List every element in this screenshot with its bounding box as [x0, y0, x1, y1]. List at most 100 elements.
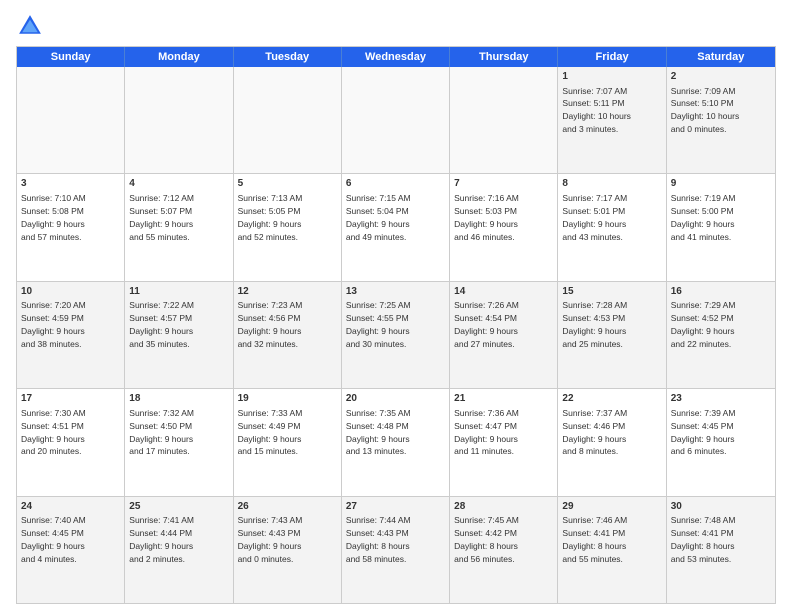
day-number: 11 [129, 285, 228, 299]
header-day-wednesday: Wednesday [342, 47, 450, 67]
day-cell-11: 11Sunrise: 7:22 AMSunset: 4:57 PMDayligh… [125, 282, 233, 388]
empty-cell [125, 67, 233, 173]
day-number: 30 [671, 500, 771, 514]
day-info: Sunrise: 7:37 AMSunset: 4:46 PMDaylight:… [562, 408, 627, 457]
day-number: 22 [562, 392, 661, 406]
day-cell-12: 12Sunrise: 7:23 AMSunset: 4:56 PMDayligh… [234, 282, 342, 388]
day-cell-21: 21 Sunrise: 7:36 AMSunset: 4:47 PMDayligh… [450, 389, 558, 495]
day-cell-15: 15Sunrise: 7:28 AMSunset: 4:53 PMDayligh… [558, 282, 666, 388]
day-cell-18: 18 Sunrise: 7:32 AMSunset: 4:50 PMDayligh… [125, 389, 233, 495]
day-cell-2: 2 Sunrise: 7:09 AMSunset: 5:10 PMDaylight… [667, 67, 775, 173]
empty-cell [450, 67, 558, 173]
day-info: Sunrise: 7:17 AMSunset: 5:01 PMDaylight:… [562, 193, 627, 242]
day-info: Sunrise: 7:25 AMSunset: 4:55 PMDaylight:… [346, 300, 411, 349]
day-info: Sunrise: 7:35 AMSunset: 4:48 PMDaylight:… [346, 408, 411, 457]
day-cell-9: 9 Sunrise: 7:19 AMSunset: 5:00 PMDaylight… [667, 174, 775, 280]
day-cell-19: 19 Sunrise: 7:33 AMSunset: 4:49 PMDayligh… [234, 389, 342, 495]
day-info: Sunrise: 7:39 AMSunset: 4:45 PMDaylight:… [671, 408, 736, 457]
day-number: 5 [238, 177, 337, 191]
day-cell-24: 24Sunrise: 7:40 AMSunset: 4:45 PMDayligh… [17, 497, 125, 603]
day-cell-8: 8 Sunrise: 7:17 AMSunset: 5:01 PMDaylight… [558, 174, 666, 280]
header-day-thursday: Thursday [450, 47, 558, 67]
day-info: Sunrise: 7:41 AMSunset: 4:44 PMDaylight:… [129, 515, 194, 564]
day-info: Sunrise: 7:07 AMSunset: 5:11 PMDaylight:… [562, 86, 631, 135]
calendar-row: 10Sunrise: 7:20 AMSunset: 4:59 PMDayligh… [17, 281, 775, 388]
day-info: Sunrise: 7:26 AMSunset: 4:54 PMDaylight:… [454, 300, 519, 349]
day-info: Sunrise: 7:23 AMSunset: 4:56 PMDaylight:… [238, 300, 303, 349]
day-number: 29 [562, 500, 661, 514]
day-info: Sunrise: 7:40 AMSunset: 4:45 PMDaylight:… [21, 515, 86, 564]
logo-icon [16, 12, 44, 40]
day-cell-14: 14Sunrise: 7:26 AMSunset: 4:54 PMDayligh… [450, 282, 558, 388]
day-info: Sunrise: 7:28 AMSunset: 4:53 PMDaylight:… [562, 300, 627, 349]
header [16, 12, 776, 40]
day-number: 3 [21, 177, 120, 191]
empty-cell [17, 67, 125, 173]
calendar-row: 1Sunrise: 7:07 AMSunset: 5:11 PMDaylight… [17, 67, 775, 173]
calendar-row: 24Sunrise: 7:40 AMSunset: 4:45 PMDayligh… [17, 496, 775, 603]
day-cell-5: 5 Sunrise: 7:13 AMSunset: 5:05 PMDaylight… [234, 174, 342, 280]
day-info: Sunrise: 7:30 AMSunset: 4:51 PMDaylight:… [21, 408, 86, 457]
day-number: 9 [671, 177, 771, 191]
day-number: 2 [671, 70, 771, 84]
day-cell-6: 6 Sunrise: 7:15 AMSunset: 5:04 PMDaylight… [342, 174, 450, 280]
day-cell-29: 29Sunrise: 7:46 AMSunset: 4:41 PMDayligh… [558, 497, 666, 603]
day-number: 6 [346, 177, 445, 191]
calendar-body: 1Sunrise: 7:07 AMSunset: 5:11 PMDaylight… [17, 67, 775, 603]
day-info: Sunrise: 7:15 AMSunset: 5:04 PMDaylight:… [346, 193, 411, 242]
day-number: 4 [129, 177, 228, 191]
day-number: 15 [562, 285, 661, 299]
day-cell-27: 27Sunrise: 7:44 AMSunset: 4:43 PMDayligh… [342, 497, 450, 603]
day-info: Sunrise: 7:09 AMSunset: 5:10 PMDaylight:… [671, 86, 740, 135]
logo [16, 12, 48, 40]
day-cell-26: 26Sunrise: 7:43 AMSunset: 4:43 PMDayligh… [234, 497, 342, 603]
day-info: Sunrise: 7:44 AMSunset: 4:43 PMDaylight:… [346, 515, 411, 564]
day-cell-16: 16Sunrise: 7:29 AMSunset: 4:52 PMDayligh… [667, 282, 775, 388]
header-day-friday: Friday [558, 47, 666, 67]
day-number: 20 [346, 392, 445, 406]
day-number: 25 [129, 500, 228, 514]
day-cell-3: 3 Sunrise: 7:10 AMSunset: 5:08 PMDaylight… [17, 174, 125, 280]
day-info: Sunrise: 7:12 AMSunset: 5:07 PMDaylight:… [129, 193, 194, 242]
day-number: 10 [21, 285, 120, 299]
day-info: Sunrise: 7:46 AMSunset: 4:41 PMDaylight:… [562, 515, 627, 564]
day-number: 19 [238, 392, 337, 406]
day-number: 24 [21, 500, 120, 514]
page: SundayMondayTuesdayWednesdayThursdayFrid… [0, 0, 792, 612]
day-cell-4: 4 Sunrise: 7:12 AMSunset: 5:07 PMDaylight… [125, 174, 233, 280]
calendar-header: SundayMondayTuesdayWednesdayThursdayFrid… [17, 47, 775, 67]
day-info: Sunrise: 7:10 AMSunset: 5:08 PMDaylight:… [21, 193, 86, 242]
day-number: 8 [562, 177, 661, 191]
day-number: 26 [238, 500, 337, 514]
day-number: 28 [454, 500, 553, 514]
day-info: Sunrise: 7:20 AMSunset: 4:59 PMDaylight:… [21, 300, 86, 349]
day-number: 23 [671, 392, 771, 406]
day-info: Sunrise: 7:19 AMSunset: 5:00 PMDaylight:… [671, 193, 736, 242]
day-cell-10: 10Sunrise: 7:20 AMSunset: 4:59 PMDayligh… [17, 282, 125, 388]
day-info: Sunrise: 7:33 AMSunset: 4:49 PMDaylight:… [238, 408, 303, 457]
day-number: 27 [346, 500, 445, 514]
day-number: 12 [238, 285, 337, 299]
day-number: 7 [454, 177, 553, 191]
empty-cell [342, 67, 450, 173]
day-number: 21 [454, 392, 553, 406]
day-number: 16 [671, 285, 771, 299]
day-cell-17: 17 Sunrise: 7:30 AMSunset: 4:51 PMDayligh… [17, 389, 125, 495]
header-day-monday: Monday [125, 47, 233, 67]
day-info: Sunrise: 7:36 AMSunset: 4:47 PMDaylight:… [454, 408, 519, 457]
day-cell-20: 20 Sunrise: 7:35 AMSunset: 4:48 PMDayligh… [342, 389, 450, 495]
empty-cell [234, 67, 342, 173]
day-cell-7: 7 Sunrise: 7:16 AMSunset: 5:03 PMDaylight… [450, 174, 558, 280]
day-info: Sunrise: 7:16 AMSunset: 5:03 PMDaylight:… [454, 193, 519, 242]
day-info: Sunrise: 7:48 AMSunset: 4:41 PMDaylight:… [671, 515, 736, 564]
day-info: Sunrise: 7:13 AMSunset: 5:05 PMDaylight:… [238, 193, 303, 242]
header-day-tuesday: Tuesday [234, 47, 342, 67]
calendar-row: 3 Sunrise: 7:10 AMSunset: 5:08 PMDaylight… [17, 173, 775, 280]
day-cell-1: 1Sunrise: 7:07 AMSunset: 5:11 PMDaylight… [558, 67, 666, 173]
day-number: 17 [21, 392, 120, 406]
day-number: 18 [129, 392, 228, 406]
day-cell-13: 13Sunrise: 7:25 AMSunset: 4:55 PMDayligh… [342, 282, 450, 388]
day-cell-23: 23 Sunrise: 7:39 AMSunset: 4:45 PMDayligh… [667, 389, 775, 495]
day-cell-25: 25Sunrise: 7:41 AMSunset: 4:44 PMDayligh… [125, 497, 233, 603]
day-info: Sunrise: 7:32 AMSunset: 4:50 PMDaylight:… [129, 408, 194, 457]
